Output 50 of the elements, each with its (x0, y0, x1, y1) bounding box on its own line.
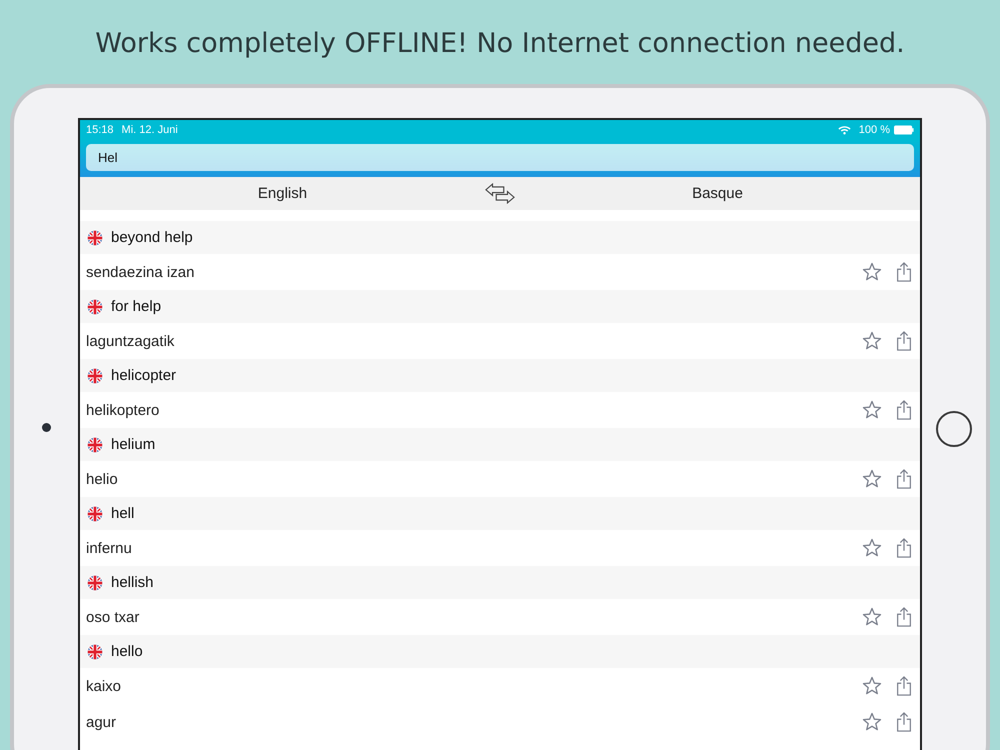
flag-icon (86, 436, 104, 454)
star-icon[interactable] (862, 400, 882, 420)
battery-icon (894, 124, 914, 134)
translation-text: agur (86, 714, 118, 730)
home-button[interactable] (936, 411, 972, 447)
star-icon[interactable] (862, 676, 882, 696)
wifi-icon (838, 124, 851, 134)
share-icon[interactable] (894, 400, 914, 420)
star-icon[interactable] (862, 331, 882, 351)
share-icon[interactable] (894, 712, 914, 732)
translation-text: laguntzagatik (86, 332, 176, 350)
translation-text: oso txar (86, 608, 140, 626)
battery-percent: 100 % (858, 124, 890, 136)
translation-text: kaixo (86, 678, 122, 694)
flag-icon (86, 504, 104, 522)
entry-term: hellish (111, 574, 154, 591)
entry-term: for help (111, 298, 162, 315)
share-icon[interactable] (894, 469, 914, 489)
target-language-button[interactable]: Basque (515, 184, 920, 203)
star-icon[interactable] (862, 262, 882, 282)
swap-arrows-icon[interactable] (485, 183, 515, 204)
star-icon[interactable] (862, 712, 882, 732)
status-time: 15:18 (86, 124, 114, 136)
search-field[interactable]: Hel (86, 144, 914, 171)
star-icon[interactable] (862, 607, 882, 627)
share-icon[interactable] (894, 676, 914, 696)
flag-icon (86, 366, 104, 384)
entry-term: beyond help (111, 229, 193, 246)
camera-icon (42, 423, 50, 432)
entry-term: hell (111, 505, 134, 522)
translation-text: sendaezina izan (86, 264, 196, 280)
flag-icon (86, 642, 104, 660)
source-language-button[interactable]: English (80, 184, 485, 203)
star-icon[interactable] (862, 538, 882, 558)
share-icon[interactable] (894, 538, 914, 558)
entry-term: helium (111, 436, 156, 453)
entry-term: helicopter (111, 367, 176, 384)
share-icon[interactable] (894, 262, 914, 282)
translation-text: infernu (86, 540, 133, 556)
share-icon[interactable] (894, 607, 914, 627)
share-icon[interactable] (894, 331, 914, 351)
flag-icon (86, 574, 104, 592)
entry-term: hello (111, 643, 143, 660)
translation-text: helio (86, 470, 119, 488)
status-date: Mi. 12. Juni (122, 124, 178, 136)
flag-icon (86, 298, 104, 316)
flag-icon (86, 228, 104, 246)
headline: Works completely OFFLINE! No Internet connection needed. (95, 28, 905, 59)
star-icon[interactable] (862, 469, 882, 489)
translation-text: helikoptero (86, 402, 160, 418)
